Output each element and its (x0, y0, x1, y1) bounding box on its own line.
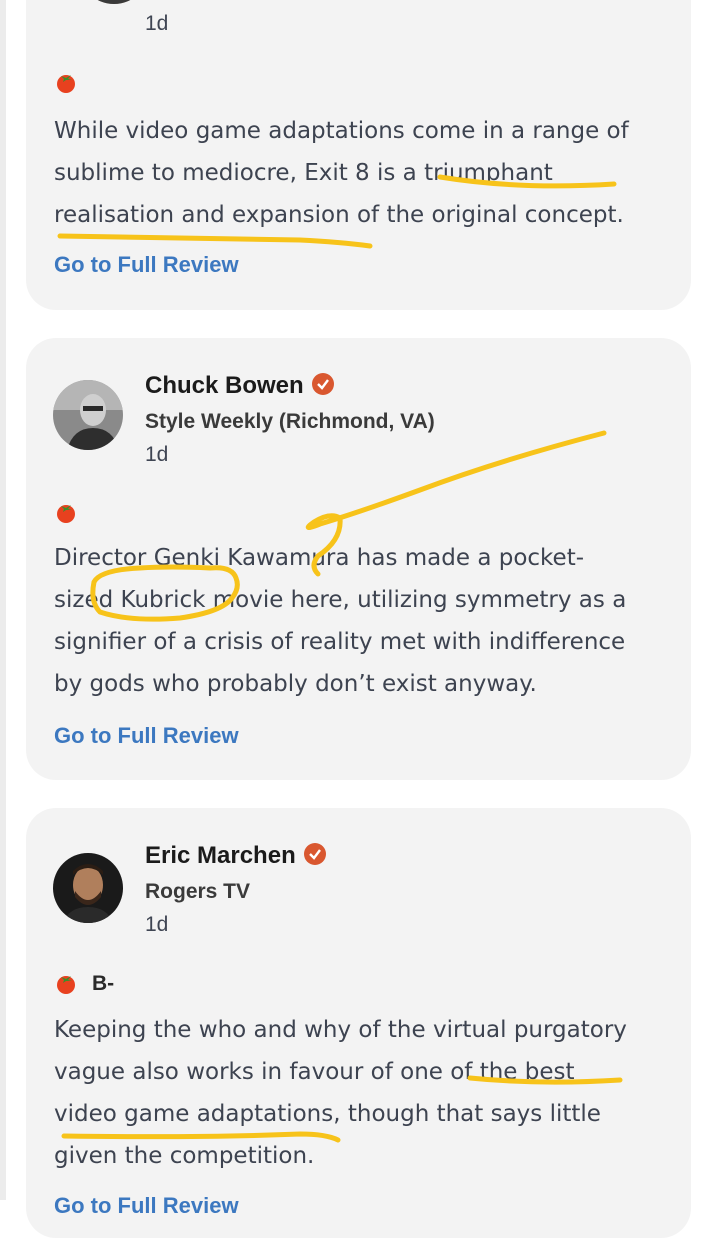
fresh-tomato-icon (57, 75, 75, 93)
verified-critic-icon (311, 373, 334, 395)
full-review-link[interactable]: Go to Full Review (54, 252, 239, 278)
review-card: 1d While video game adaptations come in … (26, 0, 691, 310)
review-quote: While video game adaptations come in a r… (54, 118, 629, 228)
review-time: 1d (145, 443, 169, 466)
publication-name[interactable]: Rogers TV (145, 880, 250, 904)
review-quote: Director Genki Kawamura has made a pocke… (54, 545, 627, 697)
review-time: 1d (145, 12, 169, 35)
full-review-link[interactable]: Go to Full Review (54, 723, 239, 749)
verified-critic-icon (303, 843, 326, 865)
review-grade: B- (92, 972, 115, 995)
critic-name-row: Chuck Bowen (145, 372, 334, 400)
critic-avatar[interactable] (53, 380, 123, 450)
review-card: Chuck Bowen Style Weekly (Richmond, VA) … (26, 338, 691, 780)
critic-name[interactable]: Eric Marchen (145, 842, 296, 869)
critic-avatar[interactable] (79, 0, 149, 4)
publication-name[interactable]: Style Weekly (Richmond, VA) (145, 410, 435, 434)
fresh-tomato-icon (57, 505, 75, 523)
fresh-tomato-icon (57, 976, 75, 994)
critic-name-row: Eric Marchen (145, 842, 326, 870)
review-time: 1d (145, 913, 169, 936)
critic-avatar[interactable] (53, 853, 123, 923)
left-edge (0, 0, 6, 1200)
full-review-link[interactable]: Go to Full Review (54, 1193, 239, 1219)
critic-name[interactable]: Chuck Bowen (145, 372, 304, 399)
review-card: Eric Marchen Rogers TV 1d B- Keeping the… (26, 808, 691, 1238)
review-quote: Keeping the who and why of the virtual p… (54, 1017, 627, 1169)
